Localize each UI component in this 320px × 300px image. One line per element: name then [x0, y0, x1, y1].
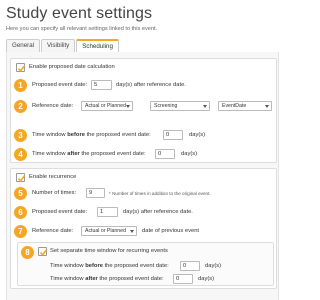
time-window-after-label: Time window after the proposed event dat…: [32, 151, 146, 157]
recurring-after-emphasis: after: [85, 276, 98, 282]
time-window-before-label: Time window before the proposed event da…: [32, 132, 151, 138]
recurring-reference-date-select[interactable]: Actual or Planned: [81, 226, 137, 236]
reference-field-value: EventDate: [222, 103, 247, 109]
page-title: Study event settings: [6, 5, 153, 22]
number-of-times-label: Number of times:: [32, 190, 77, 196]
checkmark-icon: [39, 249, 48, 256]
recurring-after-label: Time window after the proposed event dat…: [50, 276, 164, 282]
recurring-after-input[interactable]: 0: [173, 274, 193, 284]
recurring-after-text-end: the proposed event date:: [97, 276, 164, 282]
time-window-before-text-end: the proposed event date:: [84, 132, 151, 138]
scheduling-panel: Enable proposed date calculation 1 Propo…: [6, 52, 279, 300]
chevron-down-icon: [126, 105, 130, 108]
page-subtitle: Here you can specify all relevant settin…: [6, 26, 158, 32]
recurring-before-text: Time window: [50, 263, 86, 269]
enable-recurrence-checkbox[interactable]: [16, 173, 26, 182]
enable-recurrence-label: Enable recurrence: [29, 174, 77, 180]
recurring-event-date-label: Proposed event date:: [32, 209, 88, 215]
checkmark-icon: [17, 65, 26, 72]
proposed-event-date-label: Proposed event date:: [32, 82, 88, 88]
time-window-after-text: Time window: [32, 151, 68, 157]
reference-date-type-value: Actual or Planned: [85, 103, 126, 109]
separate-time-window-section: 8 Set separate time window for recurring…: [17, 242, 274, 286]
chevron-down-icon: [203, 105, 207, 108]
number-of-times-hint-text: Number of times in addition to the origi…: [112, 191, 211, 196]
step-badge-3: 3: [14, 129, 27, 142]
separate-time-window-label: Set separate time window for recurring e…: [50, 248, 168, 254]
reference-date-label: Reference date:: [32, 103, 74, 109]
tab-bar: General Visibility Scheduling: [6, 39, 120, 53]
time-window-before-suffix: day(s): [189, 132, 206, 138]
number-of-times-hint: * Number of times in addition to the ori…: [109, 191, 211, 196]
tab-general[interactable]: General: [6, 39, 41, 52]
recurring-event-date-input[interactable]: 1: [97, 207, 118, 217]
recurring-before-input[interactable]: 0: [180, 261, 200, 271]
time-window-after-suffix: day(s): [181, 151, 198, 157]
proposed-event-date-suffix: day(s) after reference date.: [116, 82, 186, 88]
time-window-after-text-end: the proposed event date:: [79, 151, 146, 157]
reference-date-type-select[interactable]: Actual or Planned: [81, 101, 133, 111]
recurring-before-emphasis: before: [85, 263, 103, 269]
proposed-event-date-input[interactable]: 5: [91, 80, 112, 90]
time-window-after-emphasis: after: [67, 151, 80, 157]
step-badge-4: 4: [14, 148, 27, 161]
step-badge-2: 2: [14, 100, 27, 113]
chevron-down-icon: [265, 105, 269, 108]
recurring-after-suffix: day(s): [198, 276, 215, 282]
recurring-reference-date-value: Actual or Planned: [85, 228, 126, 234]
tab-visibility[interactable]: Visibility: [41, 39, 76, 52]
recurrence-section: Enable recurrence 5 Number of times: 9 *…: [10, 168, 277, 289]
step-badge-8: 8: [21, 246, 34, 259]
chevron-down-icon: [130, 230, 134, 233]
tab-scheduling[interactable]: Scheduling: [76, 39, 119, 53]
proposed-date-section: Enable proposed date calculation 1 Propo…: [10, 58, 277, 163]
enable-proposed-date-label: Enable proposed date calculation: [29, 64, 115, 70]
reference-event-value: Screening: [154, 103, 178, 109]
recurring-before-label: Time window before the proposed event da…: [50, 263, 169, 269]
step-badge-5: 5: [14, 187, 27, 200]
recurring-after-text: Time window: [50, 276, 86, 282]
step-badge-1: 1: [14, 79, 27, 92]
recurring-before-suffix: day(s): [205, 263, 222, 269]
time-window-before-text: Time window: [32, 132, 68, 138]
recurring-event-date-suffix: day(s) after reference date.: [123, 209, 193, 215]
number-of-times-input[interactable]: 9: [86, 188, 105, 198]
checkmark-icon: [17, 175, 26, 182]
recurring-before-text-end: the proposed event date:: [102, 263, 169, 269]
time-window-before-emphasis: before: [67, 132, 85, 138]
recurring-reference-date-suffix: date of previous event: [142, 228, 200, 234]
reference-event-select[interactable]: Screening: [150, 101, 210, 111]
separate-time-window-checkbox[interactable]: [38, 247, 48, 256]
step-badge-7: 7: [14, 225, 27, 238]
recurring-reference-date-label: Reference date:: [32, 228, 74, 234]
reference-field-select[interactable]: EventDate: [218, 101, 272, 111]
enable-proposed-date-checkbox[interactable]: [16, 63, 26, 72]
step-badge-6: 6: [14, 206, 27, 219]
time-window-after-input[interactable]: 0: [155, 149, 175, 159]
time-window-before-input[interactable]: 0: [163, 130, 183, 140]
